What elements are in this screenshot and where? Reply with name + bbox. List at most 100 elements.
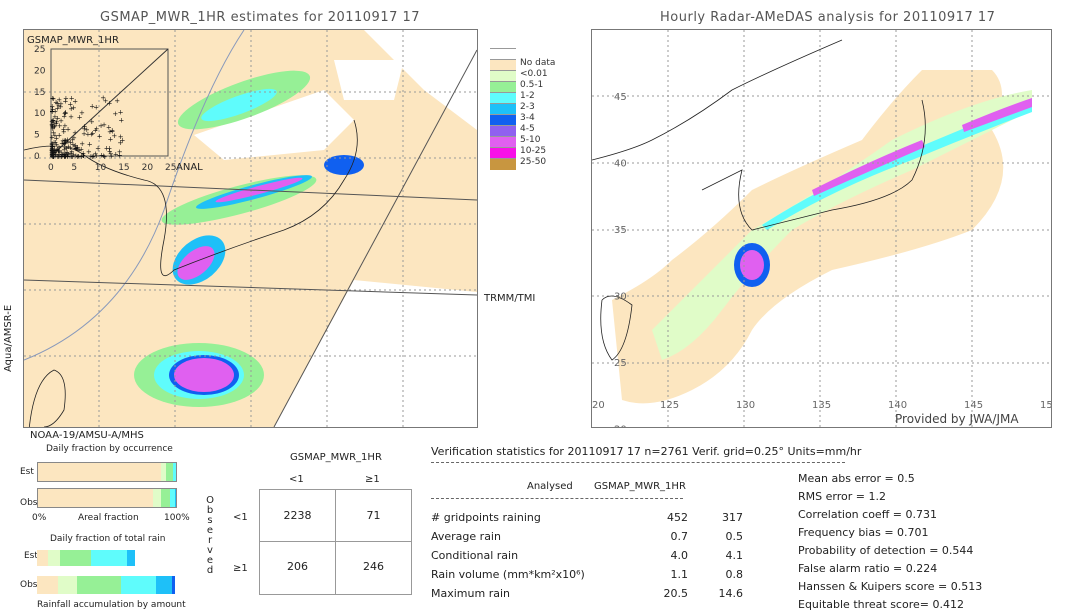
right-map-title: Hourly Radar-AMeDAS analysis for 2011091… <box>660 10 996 25</box>
bar-segment <box>121 576 156 594</box>
occurrence-obs-label: Obs <box>20 498 38 508</box>
left-map: + + + + + + + + + + + + + + + + + + + + + + + + + + + + + + + + + + + + + + + +… <box>23 29 478 428</box>
lat-tick-label: 45 <box>614 92 627 103</box>
contingency-cell: 71 <box>366 509 381 522</box>
contingency-row-title: Observed <box>206 495 214 576</box>
scatter-point: + <box>71 134 77 142</box>
x-tick-label: 5 <box>71 163 77 173</box>
left-map-title: GSMAP_MWR_1HR estimates for 20110917 17 <box>100 10 421 25</box>
bar-segment <box>60 550 91 566</box>
scatter-point: + <box>118 108 124 116</box>
no-coverage-area <box>274 170 477 427</box>
contingency-col-header: <1 <box>289 474 304 485</box>
legend-label: 0.5-1 <box>520 80 544 90</box>
col-analysed: Analysed <box>527 481 573 492</box>
stat-estimate: 0.5 <box>725 530 744 543</box>
stat-analysed: 1.1 <box>670 568 689 581</box>
color-legend: No data <0.01 0.5-1 1-2 2-3 3-4 4-5 5-10 10-25 25… <box>480 48 580 178</box>
stat-analysed: 452 <box>667 511 688 524</box>
lat-tick-label: 25 <box>614 358 627 369</box>
rain-obs-label: Obs <box>20 580 38 590</box>
x-tick-label: 0 <box>48 163 54 173</box>
legend-label: 10-25 <box>520 146 547 156</box>
stat-analysed: 0.7 <box>670 530 689 543</box>
score-line: False alarm ratio = 0.224 <box>798 562 938 575</box>
x-tick-label: 25 <box>165 163 176 173</box>
verification-header: Verification statistics for 20110917 17 … <box>431 445 862 458</box>
stat-label: Conditional rain <box>431 549 519 562</box>
scatter-point: + <box>73 152 79 160</box>
stat-estimate: 317 <box>722 511 743 524</box>
scatter-point: + <box>51 117 57 125</box>
lon-tick-label: 145 <box>964 400 983 411</box>
bar-segment <box>155 576 173 594</box>
stat-analysed: 20.5 <box>663 587 689 600</box>
bar-segment <box>37 576 58 594</box>
contingency-cell: 246 <box>363 560 384 573</box>
rain-obs-bar <box>37 576 175 594</box>
scatter-point: + <box>63 109 69 117</box>
contingency-row-header: <1 <box>233 512 248 523</box>
sensor-label-right: TRMM/TMI <box>484 293 536 304</box>
coastline <box>28 369 66 427</box>
scatter-point: + <box>92 126 98 134</box>
scatter-point: + <box>91 153 97 161</box>
scatter-point: + <box>104 144 110 152</box>
y-tick-label: 0 <box>34 152 40 162</box>
divider <box>431 498 683 499</box>
stat-estimate: 4.1 <box>725 549 744 562</box>
score-line: Hanssen & Kuipers score = 0.513 <box>798 580 983 593</box>
lon-tick-label: 130 <box>736 400 755 411</box>
bar-segment <box>38 463 161 481</box>
legend-label: 3-4 <box>520 113 535 123</box>
stat-estimate: 14.6 <box>718 587 744 600</box>
inset-xlabel: ANAL <box>176 162 203 173</box>
occurrence-obs-bar <box>37 488 177 508</box>
score-line: Mean abs error = 0.5 <box>798 472 915 485</box>
sensor-label-bottom: NOAA-19/AMSU-A/MHS <box>30 430 144 441</box>
rain-est-label: Est <box>24 551 38 561</box>
legend-label: 25-50 <box>520 157 547 167</box>
y-tick-label: 25 <box>34 45 45 55</box>
scatter-point: + <box>49 143 55 151</box>
bar-segment <box>172 576 175 594</box>
scatter-point: + <box>58 117 64 125</box>
scatter-point: + <box>114 97 120 105</box>
scatter-point: + <box>118 133 124 141</box>
contingency-col-header: ≥1 <box>365 474 380 485</box>
lat-tick-label: 30 <box>614 292 627 303</box>
score-line: Equitable threat score= 0.412 <box>798 598 964 611</box>
bar-segment <box>126 550 135 566</box>
scatter-point: + <box>68 113 74 121</box>
occurrence-xmax: 100% <box>164 513 190 523</box>
lat-tick-label: 40 <box>614 159 627 170</box>
contingency-row-header: ≥1 <box>233 563 248 574</box>
occurrence-est-bar <box>37 462 177 482</box>
bar-segment <box>48 550 61 566</box>
bar-segment <box>38 489 153 507</box>
x-tick-label: 10 <box>95 163 107 173</box>
scatter-point: + <box>67 100 73 108</box>
stat-analysed: 4.0 <box>670 549 689 562</box>
lon-tick-label: 140 <box>888 400 907 411</box>
bar-segment <box>90 550 127 566</box>
y-tick-label: 15 <box>34 88 45 98</box>
x-tick-label: 15 <box>118 163 129 173</box>
no-data-white-patch <box>334 60 404 100</box>
bar-segment <box>173 463 176 481</box>
bar-segment <box>174 489 176 507</box>
occurrence-est-label: Est <box>20 467 34 477</box>
legend-label: 1-2 <box>520 91 535 101</box>
scatter-point: + <box>100 94 106 102</box>
y-tick-label: 20 <box>34 66 46 76</box>
score-line: Probability of detection = 0.544 <box>798 544 974 557</box>
legend-label: No data <box>520 58 556 68</box>
sensor-label-left: Aqua/AMSR-E <box>3 304 14 372</box>
lon-tick-label: 125 <box>660 400 679 411</box>
score-line: Frequency bias = 0.701 <box>798 526 929 539</box>
occurrence-xmin: 0% <box>32 513 47 523</box>
rain-xlabel: Rainfall accumulation by amount <box>37 600 186 610</box>
scatter-point: + <box>118 116 124 124</box>
y-tick-label: 10 <box>34 109 46 119</box>
scatter-point: + <box>81 125 87 133</box>
